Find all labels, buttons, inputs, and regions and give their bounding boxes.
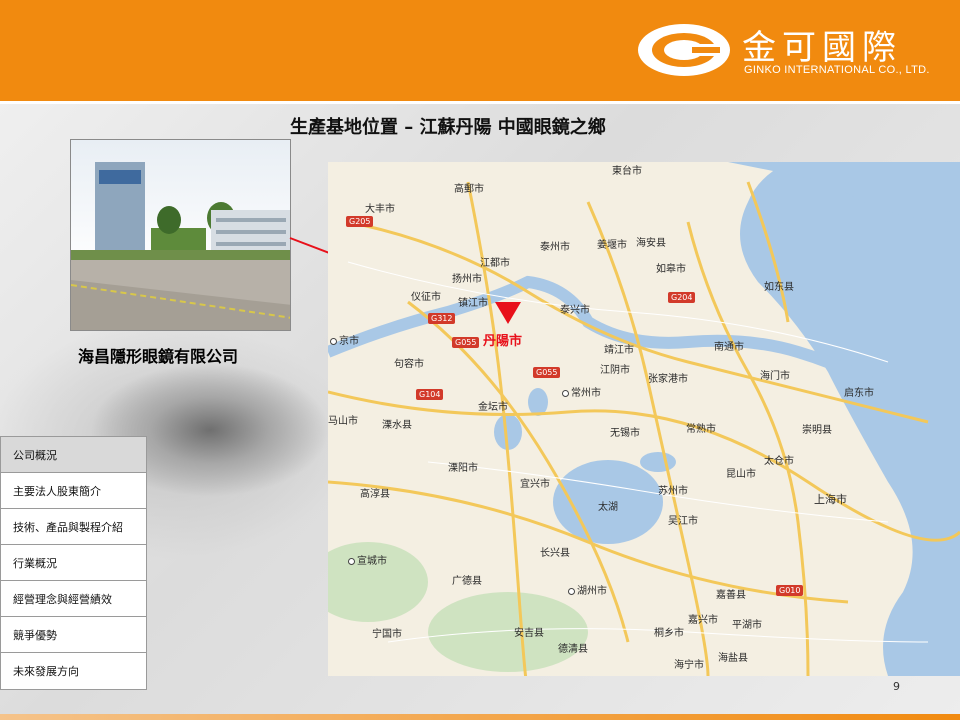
map-label: 海盐县: [718, 653, 748, 664]
map-label: 海宁市: [674, 660, 704, 671]
map-label: 靖江市: [604, 345, 634, 356]
map-label: 高淳县: [360, 489, 390, 500]
map-label: 江阴市: [600, 365, 630, 376]
map-label: 宜兴市: [520, 479, 550, 490]
map-label: 湖州市: [568, 582, 607, 597]
map-label: 南通市: [714, 342, 744, 353]
section-nav: 公司概況 主要法人股東簡介 技術、產品與製程介紹 行業概況 經營理念與經營績效 …: [0, 436, 147, 690]
map-label: 无锡市: [610, 428, 640, 439]
map-label: 宣城市: [348, 552, 387, 567]
map-label: 宁国市: [372, 629, 402, 640]
nav-item-industry-overview[interactable]: 行業概況: [1, 545, 146, 581]
map-label: 崇明县: [802, 425, 832, 436]
red-triangle-marker-icon: [495, 302, 521, 324]
map-label: 德清县: [558, 644, 588, 655]
nav-item-company-overview[interactable]: 公司概況: [1, 437, 146, 473]
highlight-city-label: 丹陽市: [483, 334, 523, 349]
map-label: 平湖市: [732, 620, 762, 631]
road-shield: G055: [533, 367, 561, 378]
map-label: 高郵市: [454, 184, 484, 195]
map-label: 海安县: [636, 238, 666, 249]
road-shield: G205: [346, 216, 374, 227]
header-divider: [0, 101, 960, 104]
map-label: 泰兴市: [560, 305, 590, 316]
road-shield: G204: [668, 292, 696, 303]
map-label: 溧水县: [382, 420, 412, 431]
map-label: 长兴县: [540, 548, 570, 559]
map-label: 大丰市: [365, 204, 395, 215]
map-label: 如皋市: [656, 264, 686, 275]
nav-item-technology-products[interactable]: 技術、產品與製程介紹: [1, 509, 146, 545]
map-label: 金坛市: [478, 402, 508, 413]
map-label: 姜堰市: [597, 240, 627, 251]
map-label: 常州市: [562, 384, 601, 399]
road-shield: G010: [776, 585, 804, 596]
road-shield: G312: [428, 313, 456, 324]
map-label: 张家港市: [648, 374, 688, 385]
map-label: 启东市: [844, 388, 874, 399]
map-label: 常熟市: [686, 424, 716, 435]
company-name-en: GINKO INTERNATIONAL CO., LTD.: [744, 64, 930, 76]
map-label: 溧阳市: [448, 463, 478, 474]
map-label: 安吉县: [514, 628, 544, 639]
map-label: 如东县: [764, 282, 794, 293]
header-bar: 金可國際 GINKO INTERNATIONAL CO., LTD.: [0, 0, 960, 101]
map-label: 马山市: [328, 416, 358, 427]
photo-caption: 海昌隱形眼鏡有限公司: [78, 347, 239, 366]
page-title: 生產基地位置 – 江蘇丹陽 中國眼鏡之鄉: [290, 117, 606, 138]
footer-divider: [0, 714, 960, 720]
map-label: 江都市: [480, 258, 510, 269]
map-label: 太仓市: [764, 456, 794, 467]
map-label: 嘉善县: [716, 590, 746, 601]
map-label: 扬州市: [452, 274, 482, 285]
map-label: 桐乡市: [654, 628, 684, 639]
map-label: 京市: [330, 332, 359, 347]
map-label: 广德县: [452, 576, 482, 587]
map-label: 句容市: [394, 359, 424, 370]
map-label: 上海市: [814, 493, 847, 506]
map-label: 镇江市: [458, 298, 488, 309]
map-label: 昆山市: [726, 469, 756, 480]
factory-photo: [70, 139, 291, 331]
company-name-zh: 金可國際: [742, 28, 902, 68]
map-label: 仪征市: [411, 292, 441, 303]
region-map[interactable]: G205 G312 G055 G055 G104 G204 G010 高郵市 東…: [328, 162, 960, 676]
nav-item-shareholders[interactable]: 主要法人股東簡介: [1, 473, 146, 509]
map-label: 泰州市: [540, 242, 570, 253]
nav-item-competitive-advantages[interactable]: 競爭優勢: [1, 617, 146, 653]
map-label: 太湖: [598, 502, 618, 513]
map-label: 苏州市: [658, 486, 688, 497]
map-label: 海门市: [760, 371, 790, 382]
company-logo: 金可國際 GINKO INTERNATIONAL CO., LTD.: [636, 20, 936, 82]
map-label: 東台市: [612, 166, 642, 177]
page-number: 9: [893, 680, 900, 693]
map-label: 吴江市: [668, 516, 698, 527]
nav-item-management-performance[interactable]: 經營理念與經營績效: [1, 581, 146, 617]
ginko-logo-icon: [638, 24, 730, 76]
map-label: 嘉兴市: [688, 615, 718, 626]
nav-item-future-direction[interactable]: 未來發展方向: [1, 653, 146, 689]
road-shield: G104: [416, 389, 444, 400]
road-shield: G055: [452, 337, 480, 348]
